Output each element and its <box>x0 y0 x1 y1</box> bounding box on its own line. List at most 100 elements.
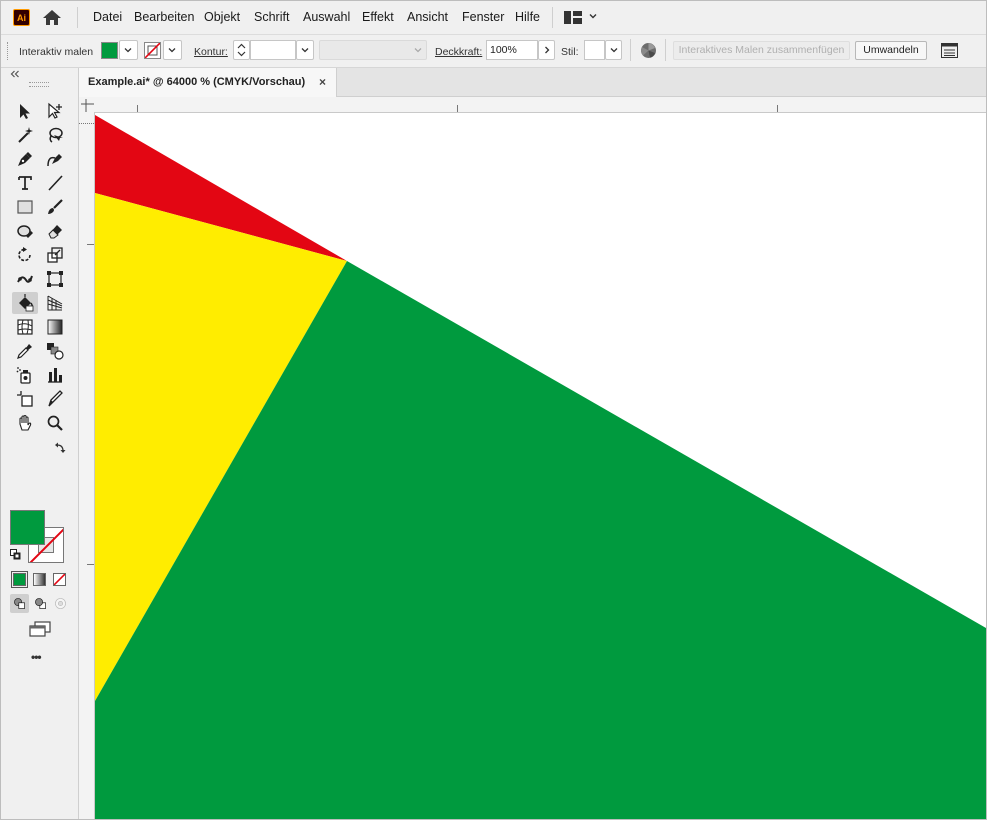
menu-bearbeiten[interactable]: Bearbeiten <box>134 10 194 24</box>
stroke-dropdown[interactable] <box>163 40 182 60</box>
column-graph-tool[interactable] <box>44 364 66 386</box>
pen-nib-icon <box>18 152 32 166</box>
puppet-warp-tool[interactable] <box>14 268 36 290</box>
rectangle-tool[interactable] <box>14 196 36 218</box>
ruler-tick <box>87 564 94 565</box>
stroke-weight-stepper[interactable] <box>233 40 250 60</box>
line-segment-tool[interactable] <box>44 172 66 194</box>
symbol-sprayer-tool[interactable] <box>14 364 36 386</box>
zoom-tool[interactable] <box>44 412 66 434</box>
ruler-origin[interactable] <box>79 97 95 113</box>
curvature-tool[interactable] <box>44 148 66 170</box>
convert-button[interactable]: Umwandeln <box>855 41 927 60</box>
free-transform-icon <box>47 271 63 287</box>
vertical-ruler[interactable] <box>79 112 95 819</box>
screen-mode-icon[interactable] <box>29 621 51 637</box>
document-tab[interactable]: Example.ai* @ 64000 % (CMYK/Vorschau) × <box>79 68 337 97</box>
workspace-switcher-icon[interactable] <box>564 11 582 24</box>
ruler-origin-icon <box>81 99 94 112</box>
hollow-arrow-icon <box>48 102 62 119</box>
pen-tool[interactable] <box>14 148 36 170</box>
menu-fenster[interactable]: Fenster <box>462 10 504 24</box>
stroke-weight-dropdown[interactable] <box>296 40 314 60</box>
swap-fill-stroke-icon[interactable] <box>54 441 67 454</box>
live-paint-bucket-tool[interactable] <box>12 292 38 314</box>
paint-bucket-icon <box>19 294 34 312</box>
menu-objekt[interactable]: Objekt <box>204 10 240 24</box>
control-bar: Interaktiv malen Kontur: Deckkraft: 100%… <box>1 35 986 68</box>
paintbrush-tool[interactable] <box>44 196 66 218</box>
eyedropper-tool[interactable] <box>14 340 36 362</box>
hand-icon <box>19 414 32 431</box>
live-paint-artwork <box>95 115 986 819</box>
default-fill-stroke-icon[interactable] <box>10 549 21 560</box>
horizontal-ruler[interactable] <box>94 97 986 113</box>
separator <box>665 39 666 61</box>
fill-swatch[interactable] <box>101 42 118 59</box>
panel-grip[interactable] <box>7 42 10 60</box>
stroke-weight-input[interactable] <box>250 40 296 60</box>
collapse-panel-icon[interactable] <box>10 70 20 78</box>
lasso-tool[interactable] <box>44 124 66 146</box>
blend-tool[interactable] <box>44 340 66 362</box>
bar-chart-icon <box>48 368 62 383</box>
magic-wand-tool[interactable] <box>14 124 36 146</box>
eraser-tool[interactable] <box>44 220 66 242</box>
type-tool[interactable] <box>14 172 36 194</box>
curvature-pen-icon <box>47 154 62 167</box>
draw-behind-button[interactable] <box>31 594 50 613</box>
rotate-tool[interactable] <box>14 244 36 266</box>
scale-icon <box>47 247 63 263</box>
color-mode-button[interactable] <box>11 571 28 588</box>
home-icon[interactable] <box>42 9 62 26</box>
menu-auswahl[interactable]: Auswahl <box>303 10 350 24</box>
gradient-tool[interactable] <box>44 316 66 338</box>
stroke-swatch[interactable] <box>144 42 161 59</box>
shaper-tool[interactable] <box>14 220 36 242</box>
shaper-icon <box>17 225 33 238</box>
chevron-down-icon <box>414 48 422 53</box>
style-dropdown[interactable] <box>605 40 622 60</box>
slice-tool[interactable] <box>44 388 66 410</box>
none-mode-button[interactable] <box>53 573 66 586</box>
opacity-input[interactable]: 100% <box>486 40 538 60</box>
variable-width-profile-dropdown[interactable] <box>319 40 427 60</box>
recolor-artwork-icon[interactable] <box>640 42 657 59</box>
merge-live-paint-button[interactable]: Interaktives Malen zusammenfügen <box>673 41 850 60</box>
draw-inside-button[interactable] <box>51 594 70 613</box>
mesh-tool[interactable] <box>14 316 36 338</box>
edit-toolbar-button[interactable]: ••• <box>31 650 42 664</box>
scale-tool[interactable] <box>44 244 66 266</box>
no-stroke-icon <box>145 43 160 58</box>
chevron-down-icon <box>610 48 618 53</box>
direct-selection-tool[interactable] <box>44 100 66 122</box>
chevron-down-icon <box>124 48 132 53</box>
app-window: Ai Datei Bearbeiten Objekt Schrift Auswa… <box>0 0 987 820</box>
opacity-popup-button[interactable] <box>538 40 555 60</box>
menu-effekt[interactable]: Effekt <box>362 10 394 24</box>
menu-ansicht[interactable]: Ansicht <box>407 10 448 24</box>
chevron-down-icon[interactable] <box>589 12 597 20</box>
menu-schrift[interactable]: Schrift <box>254 10 289 24</box>
tools-panel: ••• <box>1 68 79 819</box>
close-tab-icon[interactable]: × <box>319 75 326 89</box>
fill-color-box[interactable] <box>10 510 45 545</box>
hand-tool[interactable] <box>14 412 36 434</box>
draw-normal-button[interactable] <box>10 594 29 613</box>
gradient-mode-button[interactable] <box>33 573 46 586</box>
style-swatch[interactable] <box>584 40 605 60</box>
menu-datei[interactable]: Datei <box>93 10 122 24</box>
free-transform-tool[interactable] <box>44 268 66 290</box>
panel-menu-icon[interactable] <box>941 43 958 58</box>
opacity-label[interactable]: Deckkraft: <box>435 46 482 58</box>
panel-grip[interactable] <box>29 82 49 87</box>
chevron-down-icon <box>301 48 309 53</box>
stroke-label[interactable]: Kontur: <box>194 46 228 58</box>
artboard-canvas[interactable] <box>95 113 986 819</box>
fill-dropdown[interactable] <box>119 40 138 60</box>
stepper-arrows-icon <box>237 43 246 57</box>
selection-tool[interactable] <box>14 100 36 122</box>
perspective-grid-tool[interactable] <box>44 292 66 314</box>
artboard-tool[interactable] <box>14 388 36 410</box>
menu-hilfe[interactable]: Hilfe <box>515 10 540 24</box>
